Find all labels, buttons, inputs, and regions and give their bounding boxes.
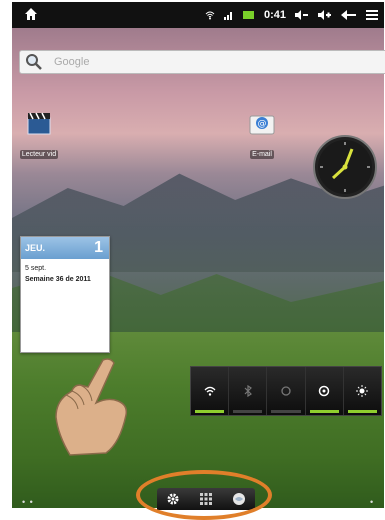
calendar-day: JEU. [25,243,46,253]
right-page-dots: • [370,497,375,507]
toggle-indicator [233,410,263,413]
highlight-ring [136,470,272,520]
app-email[interactable]: @ E-mail [237,110,287,161]
toggle-indicator [195,410,225,413]
app-label-email: E-mail [250,150,274,159]
volume-down-icon[interactable] [295,10,309,20]
calendar-widget[interactable]: JEU. 1 5 sept. Semaine 36 de 2011 [20,236,110,353]
menu-icon[interactable] [366,10,378,20]
battery-icon [242,11,254,19]
email-icon: @ [249,115,275,135]
wifi-icon [205,11,215,20]
status-bar: 0:41 [12,2,384,28]
status-icons: 0:41 [205,2,378,28]
signal-icon [223,12,232,20]
analog-clock-widget[interactable] [312,134,378,200]
home-icon[interactable] [24,7,38,21]
search-placeholder: Google [54,56,90,68]
toggle-wifi[interactable] [191,367,230,415]
brightness-icon [356,385,369,397]
tap-gesture-hand [55,358,128,456]
bluetooth-icon [244,385,252,397]
search-icon[interactable] [25,53,43,71]
toggle-indicator [347,410,378,413]
toggle-indicator [271,410,301,413]
calendar-date: 5 sept. [25,265,47,272]
toggle-bluetooth[interactable] [229,367,268,415]
toggle-indicator [309,410,339,413]
toggle-brightness[interactable] [344,367,381,415]
calendar-week: Semaine 36 de 2011 [25,276,91,283]
toggle-sync[interactable] [267,367,306,415]
toggle-auto-rotate[interactable] [306,367,344,415]
clock-time: 0:41 [263,9,286,21]
rotate-icon [318,385,330,397]
power-control-widget [190,366,382,416]
app-label-video: Lecteur vid [19,150,59,159]
sync-icon [281,386,291,396]
calendar-number: 1 [94,239,103,256]
back-icon[interactable] [341,10,357,20]
google-search-bar[interactable]: Google [19,50,385,74]
volume-up-icon[interactable] [318,10,332,20]
video-player-icon [27,112,51,135]
wifi-icon [204,386,216,396]
svg-text:@: @ [258,119,267,129]
calendar-header: JEU. 1 [21,237,109,259]
left-page-dots: • • [22,497,34,507]
app-video-player[interactable]: Lecteur vid [14,110,64,161]
